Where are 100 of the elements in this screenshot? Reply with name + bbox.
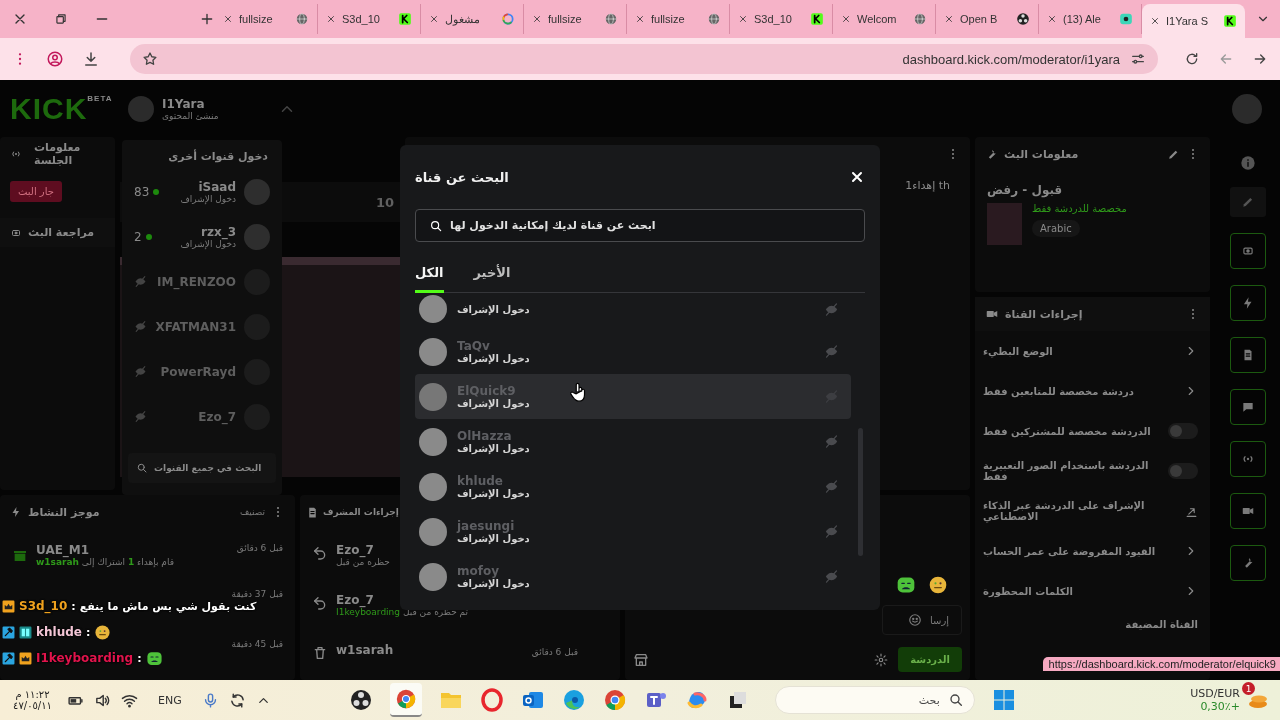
windows-start-icon[interactable] [991,688,1016,712]
search-channels-button[interactable]: البحث في جميع القنوات [128,453,276,483]
search-field[interactable]: ابحث عن قناة لديك إمكانية الدخول لها [415,209,865,242]
user-name: Ezo_7 [336,593,374,607]
avatar [419,337,447,366]
setting-item[interactable]: دردشة مخصصة للمتابعين فقط [975,371,1210,411]
browser-tab[interactable]: S3d_10 [730,4,833,34]
action-detail: حظره من قبل [336,557,390,567]
beta-label: BETA [87,93,113,103]
browser-tab[interactable]: fullsize [627,4,730,34]
document-icon [306,505,319,519]
browser-tab[interactable]: (13) Ale [1039,4,1142,34]
avatar [419,472,447,501]
kick-logo-icon [398,12,412,26]
language-tag: Arabic [1032,220,1080,237]
browser-tab[interactable]: I1Yara S [1142,4,1245,38]
emote-icon[interactable] [896,575,916,595]
review-label: مراجعة البث [28,226,95,239]
rail-button[interactable] [1229,389,1266,425]
setting-item[interactable]: الدردشة مخصصة للمشتركين فقط [975,411,1210,451]
profile-icon[interactable] [46,50,64,68]
kick-logo-icon [1223,14,1237,28]
globe-icon [295,12,309,26]
taskbar-app[interactable] [389,683,422,717]
stream-title: قبول - رفض [986,182,1064,200]
panel-title: موجز النشاط [28,505,100,519]
setting-item[interactable]: الدردشة باستخدام الصور التعبيرية فقط [975,451,1210,491]
chat-message: كنت بقول شي بس ماش ما ينفع [79,599,257,613]
close-tab-icon[interactable] [1150,16,1160,26]
user-name: Ezo_7 [336,543,374,557]
close-tab-icon[interactable] [841,14,851,24]
close-tab-icon[interactable] [635,14,645,24]
setting-item[interactable]: الوضع البطيء [975,331,1210,371]
download-icon[interactable] [82,50,100,68]
browser-tab[interactable]: fullsize [215,4,318,34]
live-button[interactable]: جار البث [10,181,62,202]
broadcast-icon [10,148,22,160]
info-icon[interactable] [1239,155,1256,171]
separator-text: : [71,599,76,613]
new-tab-icon[interactable] [199,11,215,27]
category-label: مخصصة للدردشة فقط [1032,203,1127,214]
opera-browser-icon[interactable] [479,688,504,712]
chat-send-button[interactable]: الدردشة [898,647,962,672]
time-label: قبل 6 دقائق [236,543,283,553]
channel-result[interactable]: دخول الإشراف [415,293,851,329]
rail-button[interactable] [1229,233,1266,269]
reload-icon[interactable] [1184,51,1200,67]
browser-icon[interactable] [602,688,627,712]
browser-tab[interactable]: Welcom [833,4,936,34]
toggle-switch[interactable] [1168,423,1198,439]
rail-button[interactable] [1229,493,1266,529]
browser-tab[interactable]: fullsize [524,4,627,34]
edge-browser-icon[interactable] [561,688,586,712]
viewer-count: 83 [134,184,150,199]
tab[interactable]: الأخير [473,265,511,293]
setting-item[interactable]: القيود المفروضة على عمر الحساب [975,531,1210,571]
address-field[interactable]: dashboard.kick.com/moderator/i1yara [130,44,1158,74]
emoji-icon[interactable] [907,613,922,627]
setting-item[interactable]: الكلمات المحظورة [975,571,1210,611]
store-icon[interactable] [633,651,649,668]
browser-tab[interactable]: S3d_10 [318,4,421,34]
sync-icon[interactable] [228,691,246,709]
taskbar-search[interactable]: بحث [774,686,975,714]
placeholder-text: إرسا [929,614,949,626]
tab[interactable]: الكل [415,265,444,293]
browser-tab[interactable]: مشغول [421,4,524,34]
close-tab-icon[interactable] [738,14,748,24]
forward-icon[interactable] [1252,51,1268,67]
emote-icon [94,623,112,641]
site-settings-icon[interactable] [1130,51,1146,67]
status-url: https://dashboard.kick.com/moderator/elquick9 [1048,658,1276,670]
close-tab-icon[interactable] [326,14,336,24]
modal-title: البحث عن قناة [415,169,510,185]
panel-title: إجراءات القناة [1005,307,1083,321]
globe-icon [604,12,618,26]
restore-icon[interactable] [54,12,68,26]
close-tab-icon[interactable] [944,14,954,24]
section-label: القناة المضيفة [1124,618,1199,632]
obs-app-icon[interactable] [348,688,373,712]
gift-note: 1إهداء th [905,179,950,192]
chat-input-field[interactable]: إرسا [882,605,962,635]
toggle-switch[interactable] [1168,463,1198,479]
filter-label: تصنيف [239,507,265,517]
close-tab-icon[interactable] [223,14,233,24]
emote-icon[interactable] [928,575,948,595]
rail-button[interactable] [1229,337,1266,373]
close-tab-icon[interactable] [1047,14,1057,24]
settings-icon[interactable] [874,652,889,667]
hidden-icon [824,301,839,317]
close-tab-icon[interactable] [429,14,439,24]
language-indicator[interactable]: ENG [158,693,182,707]
setting-item[interactable]: الإشراف على الدردشة عبر الذكاء الاصطناعي [975,491,1210,531]
browser-tab[interactable]: Open B [936,4,1039,34]
clock-time: ١١:٢٢ م [15,689,50,700]
bookmark-star-icon[interactable] [142,51,158,67]
close-icon[interactable] [849,169,865,185]
close-tab-icon[interactable] [532,14,542,24]
hidden-icon [824,344,839,359]
notification-badge: 1 [1242,682,1255,695]
hidden-icon [824,434,839,449]
